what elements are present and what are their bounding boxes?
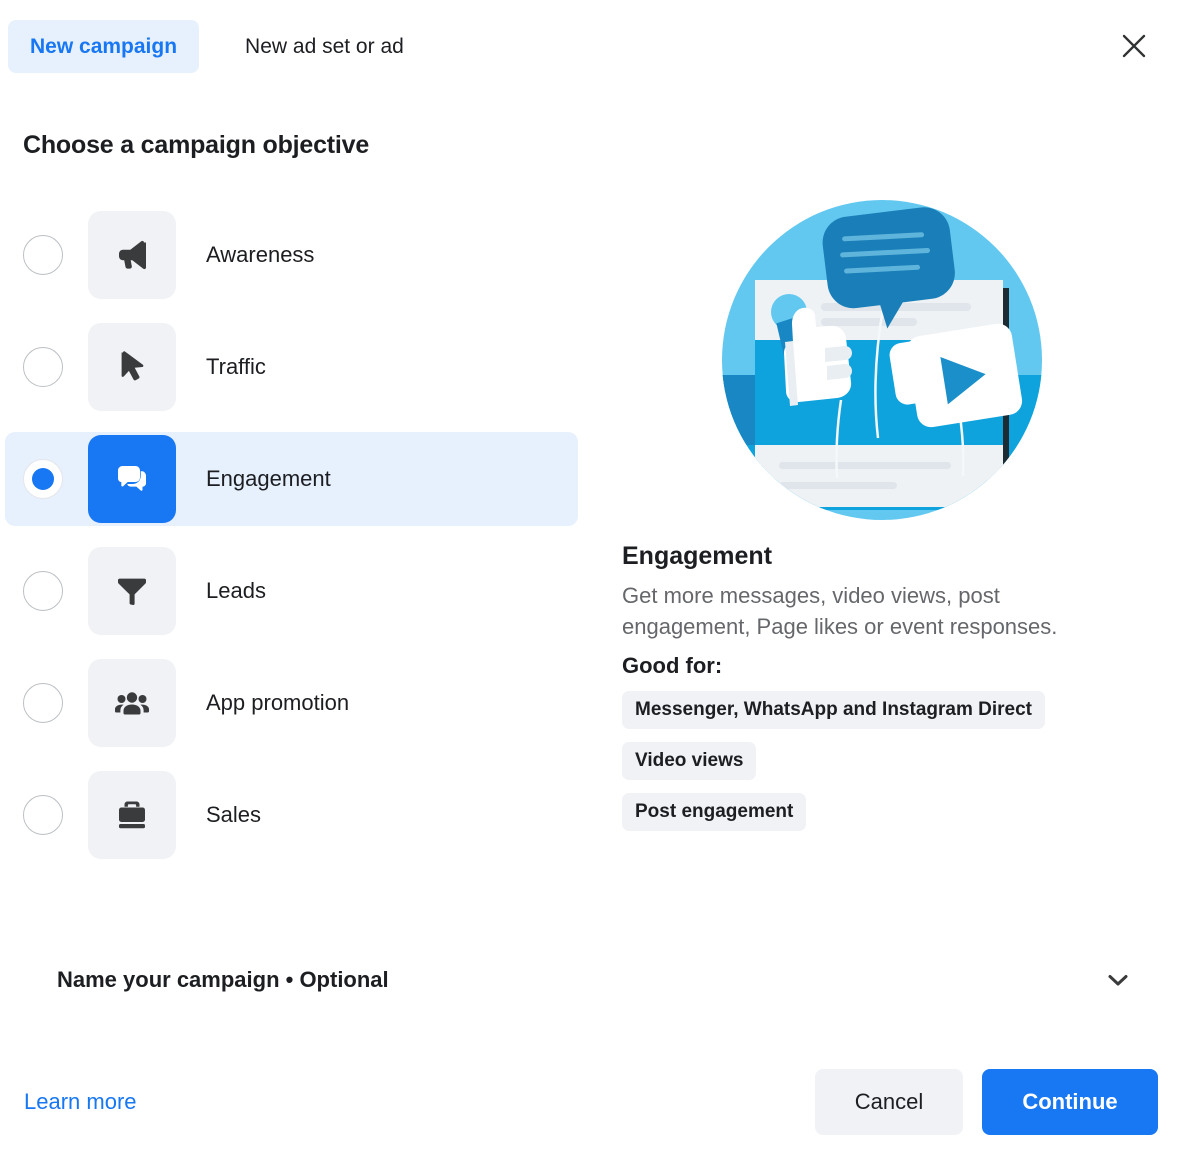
dialog-tabbar: New campaign New ad set or ad xyxy=(0,0,1178,92)
radio-dot xyxy=(32,468,54,490)
radio-engagement[interactable] xyxy=(23,459,63,499)
briefcase-icon xyxy=(88,771,176,859)
objective-row-sales[interactable]: Sales xyxy=(5,768,578,862)
objective-row-app-promotion[interactable]: App promotion xyxy=(5,656,578,750)
name-campaign-label: Name your campaign • Optional xyxy=(57,967,389,993)
engagement-illustration xyxy=(717,190,1047,520)
radio-sales[interactable] xyxy=(23,795,63,835)
good-for-tags: Messenger, WhatsApp and Instagram Direct… xyxy=(622,691,1142,844)
tag-item: Messenger, WhatsApp and Instagram Direct xyxy=(622,691,1045,729)
learn-more-link[interactable]: Learn more xyxy=(24,1089,137,1115)
name-campaign-section[interactable]: Name your campaign • Optional xyxy=(57,963,1135,997)
objective-label: Leads xyxy=(206,578,266,604)
objective-label: Awareness xyxy=(206,242,314,268)
radio-awareness[interactable] xyxy=(23,235,63,275)
objective-row-traffic[interactable]: Traffic xyxy=(5,320,578,414)
cursor-arrow-icon xyxy=(88,323,176,411)
objective-row-leads[interactable]: Leads xyxy=(5,544,578,638)
objective-label: App promotion xyxy=(206,690,349,716)
continue-button[interactable]: Continue xyxy=(982,1069,1158,1135)
speech-bubbles-icon xyxy=(88,435,176,523)
objective-label: Traffic xyxy=(206,354,266,380)
objective-label: Sales xyxy=(206,802,261,828)
page-title: Choose a campaign objective xyxy=(23,131,369,160)
objective-row-engagement[interactable]: Engagement xyxy=(5,432,578,526)
radio-leads[interactable] xyxy=(23,571,63,611)
tab-new-campaign[interactable]: New campaign xyxy=(8,20,199,73)
tag-item: Video views xyxy=(622,742,756,780)
cancel-button[interactable]: Cancel xyxy=(815,1069,963,1135)
people-group-icon xyxy=(88,659,176,747)
preview-description: Get more messages, video views, post eng… xyxy=(622,580,1112,642)
footer-buttons: Cancel Continue xyxy=(815,1069,1158,1135)
objective-label: Engagement xyxy=(206,466,331,492)
dialog-footer: Learn more Cancel Continue xyxy=(0,1053,1178,1150)
close-button[interactable] xyxy=(1110,22,1158,70)
chevron-down-icon[interactable] xyxy=(1101,963,1135,997)
campaign-objective-dialog: New campaign New ad set or ad Choose a c… xyxy=(0,0,1178,1150)
objective-list: Awareness Traffic Engagement xyxy=(5,208,578,880)
radio-traffic[interactable] xyxy=(23,347,63,387)
funnel-icon xyxy=(88,547,176,635)
megaphone-icon xyxy=(88,211,176,299)
objective-preview-pane: Engagement Get more messages, video view… xyxy=(622,190,1142,844)
tab-new-ad-set-or-ad[interactable]: New ad set or ad xyxy=(223,20,426,73)
preview-title: Engagement xyxy=(622,542,1142,571)
radio-app-promotion[interactable] xyxy=(23,683,63,723)
good-for-label: Good for: xyxy=(622,653,1142,679)
tag-item: Post engagement xyxy=(622,793,806,831)
objective-row-awareness[interactable]: Awareness xyxy=(5,208,578,302)
close-icon xyxy=(1120,32,1148,60)
